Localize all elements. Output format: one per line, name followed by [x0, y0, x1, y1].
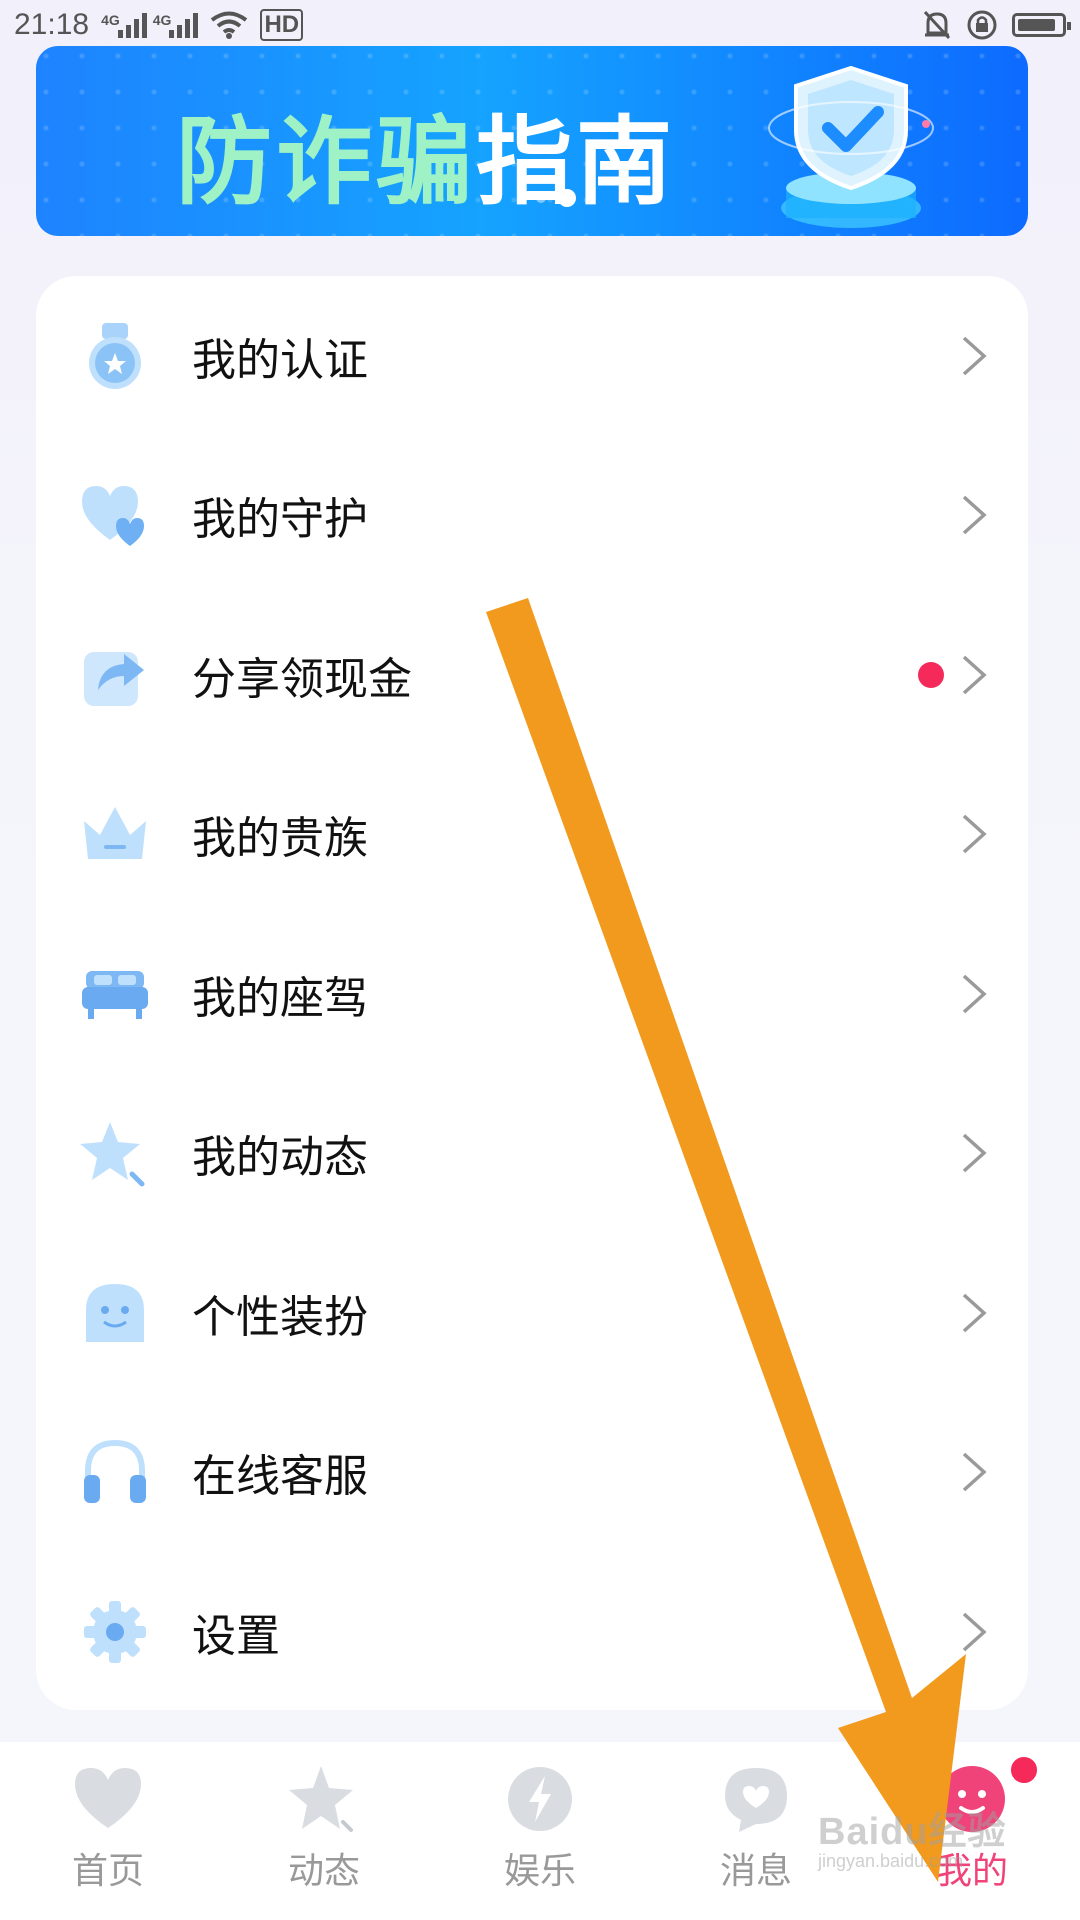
status-time: 21:18	[14, 8, 90, 41]
menu-item-label: 分享领现金	[192, 653, 412, 705]
pagination-dot	[536, 193, 546, 203]
chevron-right-icon	[962, 814, 987, 854]
star-icon	[289, 1766, 353, 1832]
watermark: Baidu经验 jingyan.baidu.com	[818, 1800, 1007, 1872]
heart-icon	[75, 1768, 141, 1828]
menu-item-share-cash[interactable]: 分享领现金	[36, 595, 1028, 755]
bell-muted-icon	[923, 10, 951, 40]
pagination-dot-active	[558, 189, 576, 207]
menu-item-vehicle[interactable]: 我的座驾	[36, 914, 1028, 1074]
menu-item-guardian[interactable]: 我的守护	[36, 436, 1028, 596]
menu-item-customer-service[interactable]: 在线客服	[36, 1393, 1028, 1553]
menu-item-label: 设置	[192, 1610, 280, 1662]
notification-dot	[918, 661, 944, 688]
status-bar: 21:18 4G 4G HD	[0, 0, 1080, 50]
lightning-icon	[508, 1767, 572, 1831]
status-left: 21:18 4G 4G HD	[14, 8, 304, 42]
menu-item-label: 我的动态	[192, 1132, 368, 1184]
shield-check-icon	[768, 65, 934, 228]
menu-item-nobility[interactable]: 我的贵族	[36, 755, 1028, 915]
tab-label: 娱乐	[503, 1851, 576, 1892]
banner-title: 防诈骗指南	[176, 84, 676, 223]
tab-label: 动态	[287, 1851, 360, 1892]
car-icon	[82, 970, 148, 1019]
chevron-right-icon	[962, 1452, 987, 1492]
chevron-right-icon	[962, 974, 987, 1014]
hd-icon: HD	[260, 9, 304, 41]
tab-label: 消息	[719, 1851, 792, 1892]
chevron-right-icon	[962, 1612, 987, 1652]
signal-icon	[117, 12, 147, 38]
menu-item-settings[interactable]: 设置	[36, 1552, 1028, 1712]
tab-home[interactable]: 首页	[0, 1742, 216, 1894]
tab-label: 首页	[71, 1851, 144, 1892]
chevron-right-icon	[962, 655, 987, 695]
medal-icon	[89, 322, 141, 389]
chevron-right-icon	[962, 1293, 987, 1333]
star-icon	[80, 1122, 145, 1187]
gear-icon	[84, 1600, 146, 1663]
tab-moments[interactable]: 动态	[216, 1742, 432, 1894]
hearts-icon	[82, 486, 144, 547]
headphones-icon	[84, 1440, 146, 1504]
ghost-icon	[86, 1283, 144, 1342]
share-icon	[84, 651, 144, 706]
tab-entertainment[interactable]: 娱乐	[432, 1742, 648, 1894]
menu-item-dressup[interactable]: 个性装扮	[36, 1233, 1028, 1393]
menu-item-moments[interactable]: 我的动态	[36, 1074, 1028, 1234]
banner-pagination	[536, 189, 576, 207]
signal-icon	[169, 12, 199, 38]
battery-icon	[1012, 13, 1071, 37]
rotation-lock-icon	[967, 10, 997, 40]
anti-fraud-banner[interactable]: 防诈骗指南	[36, 46, 1028, 236]
menu-item-label: 我的守护	[192, 494, 368, 546]
menu-item-verification[interactable]: 我的认证	[36, 276, 1028, 436]
menu-item-label: 在线客服	[192, 1451, 368, 1503]
menu-item-label: 个性装扮	[192, 1291, 368, 1343]
chevron-right-icon	[962, 336, 987, 376]
crown-icon	[84, 807, 146, 860]
notification-dot	[1008, 1754, 1040, 1786]
chevron-right-icon	[962, 495, 987, 535]
wifi-icon	[211, 11, 248, 39]
menu-item-label: 我的座驾	[192, 972, 368, 1024]
menu-item-label: 我的贵族	[192, 813, 368, 865]
menu-card: 我的认证 我的守护 分享领现金 我的贵族 我的座驾 我的动态 个性装扮 在线客服…	[36, 276, 1028, 1710]
menu-item-label: 我的认证	[192, 334, 368, 386]
chat-heart-icon	[725, 1768, 787, 1832]
banner-title-part2: 指南	[476, 106, 676, 218]
watermark-brand: Baidu经验	[818, 1811, 1007, 1853]
banner-title-part1: 防诈骗	[176, 106, 476, 218]
status-right	[922, 9, 1071, 41]
chevron-right-icon	[962, 1133, 987, 1173]
